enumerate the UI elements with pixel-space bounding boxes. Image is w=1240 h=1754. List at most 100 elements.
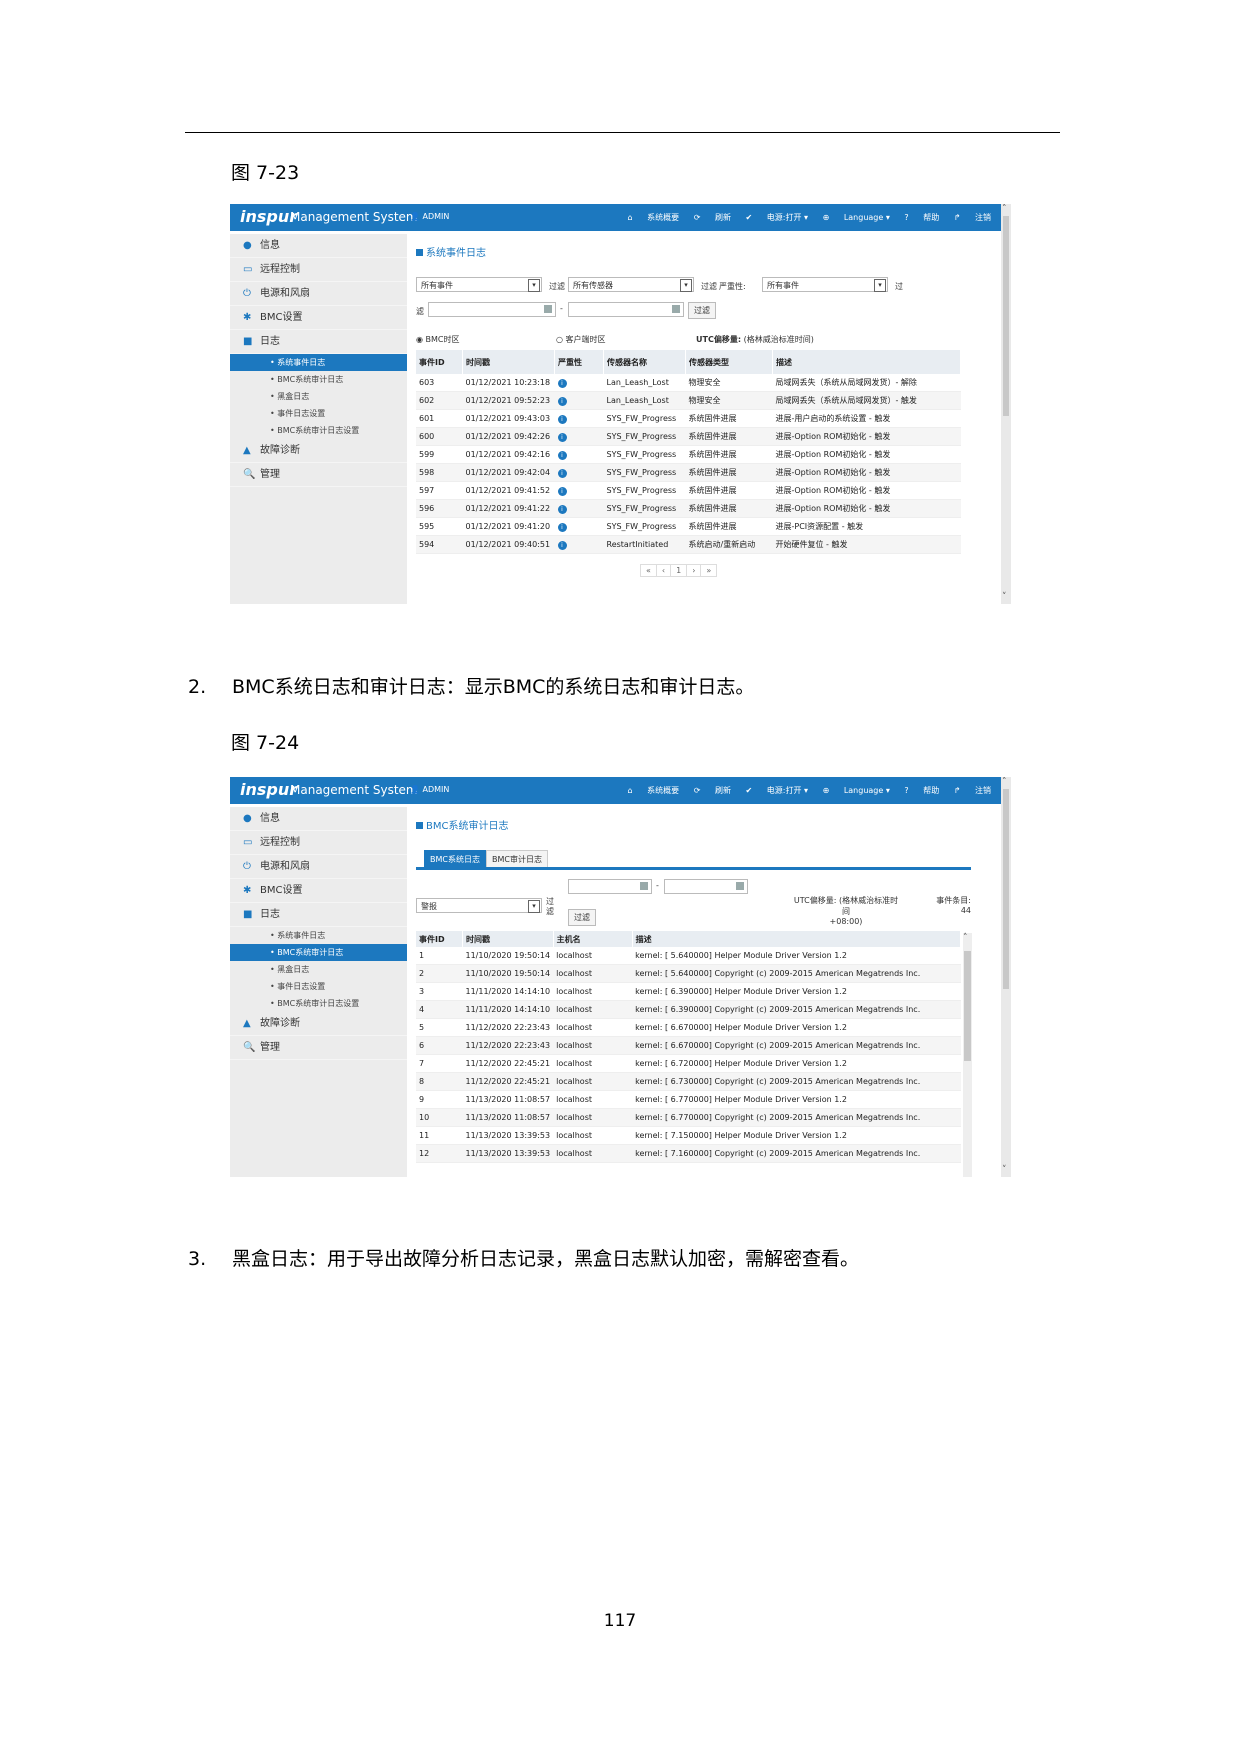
sidebar-item-bmc[interactable]: ✱ BMC设置: [230, 879, 407, 903]
sidebar-sub-log-settings[interactable]: • 事件日志设置: [230, 405, 407, 422]
nav-help[interactable]: ? 帮助: [904, 786, 939, 795]
sidebar-item-log[interactable]: ■ 日志: [230, 903, 407, 927]
sidebar-item-diagnose[interactable]: ▲ 故障诊断: [230, 1012, 407, 1036]
sidebar-sub-event-log[interactable]: • 系统事件日志: [230, 927, 407, 944]
pager-next[interactable]: ›: [686, 564, 702, 577]
sidebar-item-remote[interactable]: ▭ 远程控制: [230, 258, 407, 282]
table-row[interactable]: 601 01/12/2021 09:43:03 i SYS_FW_Progress 系统…: [416, 409, 961, 428]
sidebar-item-bmc[interactable]: ✱ BMC设置: [230, 306, 407, 330]
table-row[interactable]: 599 01/12/2021 09:42:16 i SYS_FW_Progress 系统…: [416, 445, 961, 464]
sidebar-item-power[interactable]: ⏻ 电源和风扇: [230, 855, 407, 879]
table-row[interactable]: 10 11/13/2020 11:08:57 localhost kernel: [ …: [416, 1108, 961, 1127]
filter-button[interactable]: 过滤: [568, 909, 596, 926]
nav-power[interactable]: ✔ 电源:打开 ▾: [746, 786, 809, 795]
scroll-up-icon[interactable]: ˄: [1002, 777, 1007, 787]
radio-client-timezone[interactable]: ○ 客户端时区: [556, 334, 606, 345]
scroll-down-icon[interactable]: ˅: [1002, 1165, 1007, 1175]
table-row[interactable]: 602 01/12/2021 09:52:23 i Lan_Leash_Lost 物理安…: [416, 391, 961, 410]
table-row[interactable]: 596 01/12/2021 09:41:22 i SYS_FW_Progress 系统…: [416, 499, 961, 518]
sidebar-sub-blackbox[interactable]: • 黑盒日志: [230, 388, 407, 405]
table-row[interactable]: 11 11/13/2020 13:39:53 localhost kernel: [ …: [416, 1126, 961, 1145]
col-severity[interactable]: 严重性: [554, 350, 604, 374]
sidebar-item-manage[interactable]: 🔍 管理: [230, 1036, 407, 1060]
nav-summary[interactable]: ⌂ 系统概要: [628, 786, 680, 795]
scroll-down-icon[interactable]: ˅: [1002, 592, 1007, 602]
table-row[interactable]: 1 11/10/2020 19:50:14 localhost kernel: [ 5…: [416, 947, 961, 965]
table-row[interactable]: 603 01/12/2021 10:23:18 i Lan_Leash_Lost 物理安…: [416, 374, 961, 392]
scroll-thumb[interactable]: [964, 951, 971, 1061]
table-row[interactable]: 598 01/12/2021 09:42:04 i SYS_FW_Progress 系统…: [416, 463, 961, 482]
table-row[interactable]: 597 01/12/2021 09:41:52 i SYS_FW_Progress 系统…: [416, 481, 961, 500]
table-row[interactable]: 2 11/10/2020 19:50:14 localhost kernel: [ 5…: [416, 964, 961, 983]
pager-page[interactable]: 1: [670, 564, 688, 577]
start-date-input[interactable]: [568, 879, 652, 894]
table-row[interactable]: 6 11/12/2020 22:23:43 localhost kernel: [ 6…: [416, 1036, 961, 1055]
table-row[interactable]: 8 11/12/2020 22:45:21 localhost kernel: [ 6…: [416, 1072, 961, 1091]
nav-language[interactable]: ⊕ Language ▾: [823, 213, 890, 222]
nav-logout[interactable]: ↱ 注销: [954, 213, 991, 222]
col-description[interactable]: 描述: [632, 931, 962, 947]
calendar-icon[interactable]: [672, 305, 680, 313]
sidebar-item-remote[interactable]: ▭ 远程控制: [230, 831, 407, 855]
sidebar-sub-audit-log[interactable]: • BMC系统审计日志: [230, 371, 407, 388]
pager-prev[interactable]: ‹: [655, 564, 672, 577]
col-timestamp[interactable]: 时间戳: [462, 931, 554, 947]
col-timestamp[interactable]: 时间戳: [462, 350, 555, 374]
scroll-up-icon[interactable]: ˄: [1002, 204, 1007, 214]
sidebar-item-log[interactable]: ■ 日志: [230, 330, 407, 354]
table-row[interactable]: 600 01/12/2021 09:42:26 i SYS_FW_Progress 系统…: [416, 427, 961, 446]
nav-logout[interactable]: ↱ 注销: [954, 786, 991, 795]
table-row[interactable]: 3 11/11/2020 14:14:10 localhost kernel: [ 6…: [416, 982, 961, 1001]
table-row[interactable]: 5 11/12/2020 22:23:43 localhost kernel: [ 6…: [416, 1018, 961, 1037]
sensor-filter-select[interactable]: 所有传感器 ▾: [568, 277, 694, 292]
col-event-id[interactable]: 事件ID: [416, 350, 463, 374]
nav-refresh[interactable]: ⟳ 刷新: [694, 213, 731, 222]
sidebar-item-info[interactable]: ● 信息: [230, 234, 407, 258]
sidebar-sub-event-log[interactable]: • 系统事件日志: [230, 354, 407, 371]
col-event-id[interactable]: 事件ID: [416, 931, 463, 947]
end-date-input[interactable]: [568, 302, 684, 317]
severity-filter-select[interactable]: 所有事件 ▾: [762, 277, 888, 292]
event-filter-select[interactable]: 所有事件 ▾: [416, 277, 542, 292]
end-date-input[interactable]: [664, 879, 748, 894]
page-scrollbar[interactable]: ˄ ˅: [1001, 204, 1011, 604]
scroll-up-icon[interactable]: ˄: [963, 933, 968, 943]
nav-power[interactable]: ✔ 电源:打开 ▾: [746, 213, 809, 222]
sidebar-item-power[interactable]: ⏻ 电源和风扇: [230, 282, 407, 306]
calendar-icon[interactable]: [640, 882, 648, 890]
nav-language[interactable]: ⊕ Language ▾: [823, 786, 890, 795]
pager-first[interactable]: «: [640, 564, 657, 577]
nav-refresh[interactable]: ⟳ 刷新: [694, 786, 731, 795]
sidebar-sub-audit-settings[interactable]: • BMC系统审计日志设置: [230, 422, 407, 439]
pager-last[interactable]: »: [700, 564, 718, 577]
table-row[interactable]: 7 11/12/2020 22:45:21 localhost kernel: [ 6…: [416, 1054, 961, 1073]
table-row[interactable]: 594 01/12/2021 09:40:51 i RestartInitiated 系…: [416, 535, 961, 554]
sidebar-sub-blackbox[interactable]: • 黑盒日志: [230, 961, 407, 978]
col-sensor-type[interactable]: 传感器类型: [685, 350, 773, 374]
nav-summary[interactable]: ⌂ 系统概要: [628, 213, 680, 222]
calendar-icon[interactable]: [736, 882, 744, 890]
scroll-thumb[interactable]: [1003, 789, 1009, 989]
col-sensor-name[interactable]: 传感器名称: [603, 350, 686, 374]
calendar-icon[interactable]: [544, 305, 552, 313]
table-row[interactable]: 4 11/11/2020 14:14:10 localhost kernel: [ 6…: [416, 1000, 961, 1019]
sidebar-item-info[interactable]: ● 信息: [230, 807, 407, 831]
start-date-input[interactable]: [428, 302, 556, 317]
radio-bmc-timezone[interactable]: ◉ BMC时区: [416, 334, 460, 345]
table-row[interactable]: 595 01/12/2021 09:41:20 i SYS_FW_Progress 系统…: [416, 517, 961, 536]
col-description[interactable]: 描述: [772, 350, 961, 374]
scroll-thumb[interactable]: [1003, 216, 1009, 416]
table-row[interactable]: 12 11/13/2020 13:39:53 localhost kernel: [ …: [416, 1144, 961, 1163]
sidebar-sub-audit-settings[interactable]: • BMC系统审计日志设置: [230, 995, 407, 1012]
table-row[interactable]: 9 11/13/2020 11:08:57 localhost kernel: [ 6…: [416, 1090, 961, 1109]
table-scrollbar[interactable]: ˄: [963, 933, 972, 1177]
sidebar-sub-log-settings[interactable]: • 事件日志设置: [230, 978, 407, 995]
sidebar-item-diagnose[interactable]: ▲ 故障诊断: [230, 439, 407, 463]
page-scrollbar[interactable]: ˄ ˅: [1001, 777, 1011, 1177]
col-hostname[interactable]: 主机名: [553, 931, 633, 947]
nav-help[interactable]: ? 帮助: [904, 213, 939, 222]
level-select[interactable]: 警报 ▾: [416, 898, 542, 913]
filter-button[interactable]: 过滤: [688, 302, 716, 319]
sidebar-sub-audit-log[interactable]: • BMC系统审计日志: [230, 944, 407, 961]
sidebar-item-manage[interactable]: 🔍 管理: [230, 463, 407, 487]
